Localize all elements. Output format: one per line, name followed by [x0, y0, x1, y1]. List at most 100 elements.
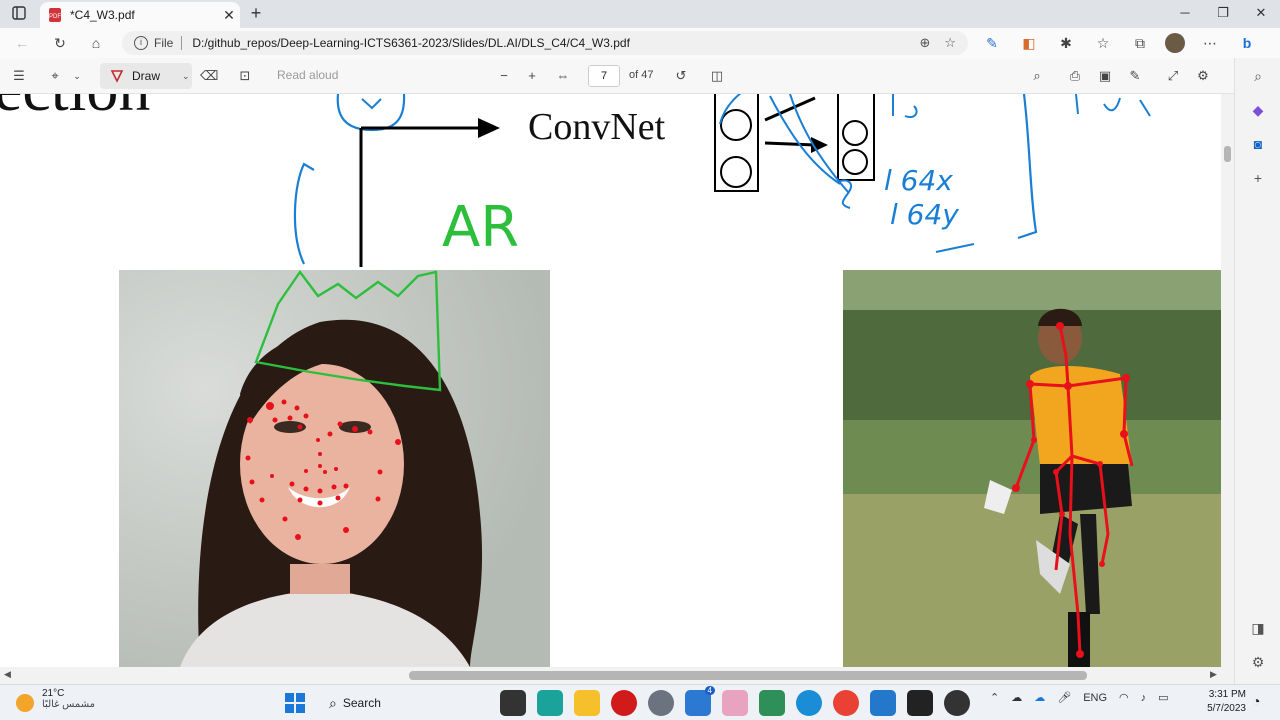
fullscreen-icon[interactable]: ⤢ [1164, 66, 1182, 86]
browser-tab[interactable]: PDF *C4_W3.pdf ✕ [40, 2, 240, 28]
mail-badge: 4 [704, 686, 715, 695]
eraser-icon[interactable]: ⌫ [200, 66, 218, 86]
vscode-icon[interactable] [870, 690, 896, 716]
page-count: of 47 [629, 69, 654, 81]
sidebar-add-icon[interactable]: + [1250, 170, 1266, 186]
rotate-icon[interactable]: ↺ [672, 66, 690, 86]
find-icon[interactable]: ⌕ [1028, 66, 1046, 86]
chrome-icon[interactable] [833, 690, 859, 716]
svg-text:PDF: PDF [49, 14, 61, 20]
extensions-icon[interactable]: ✱ [1054, 32, 1078, 54]
tray-overflow-icon[interactable]: ⌃ [990, 691, 999, 704]
pdf-document-page[interactable]: ection ConvNet l 64x l 64y AR [0, 94, 1221, 667]
zoom-out-icon[interactable]: − [496, 66, 512, 86]
mail-icon[interactable]: 4 [685, 686, 715, 716]
arrow-head [478, 118, 500, 138]
zoom-in-icon[interactable]: + [524, 66, 540, 86]
print-icon[interactable]: ⎙ [1066, 66, 1084, 86]
home-icon[interactable]: ⌂ [84, 32, 108, 54]
weather-text: مشمس غالبًا [42, 699, 95, 710]
maximize-icon[interactable]: ❐ [1204, 0, 1242, 28]
highlight-icon[interactable]: ⌖ [46, 66, 64, 86]
task-view-icon[interactable] [500, 690, 526, 716]
favorite-star-icon[interactable]: ☆ [944, 35, 956, 51]
wifi-icon[interactable]: ◠ [1119, 691, 1129, 704]
draw-pen-icon [110, 70, 124, 83]
settings-app-icon[interactable] [648, 690, 674, 716]
slide-canvas: ection ConvNet l 64x l 64y AR [0, 94, 1221, 667]
favorites-icon[interactable]: ☆ [1091, 32, 1115, 54]
page-number-input[interactable]: 7 [588, 65, 620, 87]
weather-widget[interactable]: 21°C مشمس غالبًا [16, 688, 95, 712]
close-window-icon[interactable]: ✕ [1242, 0, 1280, 28]
address-bar: ← ↻ ⌂ i File D:/github_repos/Deep-Learni… [0, 28, 1280, 58]
new-tab-icon[interactable]: + [246, 4, 266, 24]
file-explorer-icon[interactable] [574, 690, 600, 716]
draw-dropdown-icon[interactable]: ⌄ [182, 71, 190, 82]
volume-icon[interactable]: ♪ [1141, 692, 1147, 704]
onedrive-icon[interactable]: ☁ [1011, 691, 1022, 704]
fit-width-icon[interactable]: ⇔ [554, 66, 572, 86]
terminal-icon[interactable] [907, 690, 933, 716]
scroll-right-icon[interactable]: ▶ [1210, 669, 1217, 680]
vertical-scroll-thumb[interactable] [1224, 146, 1231, 162]
url-text: D:/github_repos/Deep-Learning-ICTS6361-2… [192, 36, 630, 50]
sidebar-settings-icon[interactable]: ⚙ [1250, 654, 1266, 670]
save-as-icon[interactable]: ✎ [1126, 66, 1144, 86]
bing-copilot-icon[interactable]: b [1235, 32, 1259, 54]
back-icon[interactable]: ← [10, 32, 34, 54]
url-field[interactable]: i File D:/github_repos/Deep-Learning-ICT… [122, 31, 968, 55]
taskbar-clock[interactable]: 3:31 PM 5/7/2023 [1200, 688, 1246, 716]
minimize-icon[interactable]: ─ [1166, 0, 1204, 28]
more-menu-icon[interactable]: ⋯ [1198, 32, 1222, 54]
contents-icon[interactable]: ☰ [10, 66, 28, 86]
notifications-icon[interactable]: ◔ [1252, 693, 1260, 709]
taskbar-search[interactable]: ⌕ Search [319, 689, 489, 717]
text-box-icon[interactable]: ⊡ [236, 66, 254, 86]
vertical-scrollbar[interactable] [1221, 94, 1234, 667]
notepad-icon[interactable] [759, 690, 785, 716]
pen-extension-icon[interactable]: ✎ [980, 32, 1004, 54]
annotation-blue-stroke [336, 94, 406, 132]
browser-tab-bar: PDF *C4_W3.pdf ✕ + ─ ❐ ✕ [0, 0, 1280, 28]
teams-icon[interactable] [537, 690, 563, 716]
temperature-text: 21°C [42, 688, 65, 699]
sidebar-outlook-icon[interactable]: ◙ [1250, 136, 1266, 152]
clock-time: 3:31 PM [1208, 689, 1246, 700]
recording-app-icon[interactable] [944, 690, 970, 716]
draw-button[interactable]: Draw ⌄ [100, 63, 192, 89]
zoom-icon[interactable]: ⊕ [919, 35, 930, 51]
save-icon[interactable]: ▣ [1096, 66, 1114, 86]
pdf-file-icon: PDF [49, 8, 61, 22]
language-indicator[interactable]: ENG [1083, 692, 1107, 704]
page-view-icon[interactable]: ◫ [708, 66, 726, 86]
edge-icon[interactable] [796, 690, 822, 716]
sidebar-hide-icon[interactable]: ◨ [1250, 620, 1266, 636]
cloud-icon[interactable]: ☁ [1034, 691, 1045, 704]
info-icon[interactable]: i [134, 36, 148, 50]
horizontal-scrollbar[interactable]: ◀ ▶ [0, 667, 1234, 684]
horizontal-scroll-thumb[interactable] [409, 671, 1087, 680]
snipping-tool-icon[interactable] [722, 690, 748, 716]
output-arrow [764, 141, 816, 147]
battery-icon[interactable]: ▭ [1158, 691, 1168, 704]
sidebar-search-icon[interactable]: ⌕ [1250, 68, 1266, 84]
collections-icon[interactable]: ⧉ [1128, 32, 1152, 54]
windows-taskbar: 21°C مشمس غالبًا ⌕ Search 4 ⌃ ☁ ☁ 🎤︎ ENG [0, 684, 1280, 720]
start-menu-icon[interactable] [282, 690, 308, 716]
tab-close-icon[interactable]: ✕ [218, 7, 240, 24]
read-aloud-button[interactable]: Read aloud [277, 68, 338, 82]
window-menu-icon[interactable] [12, 6, 26, 20]
handwritten-line-1: l 64x [884, 164, 953, 197]
pdf-settings-icon[interactable]: ⚙ [1194, 66, 1212, 86]
highlight-dropdown-icon[interactable]: ⌄ [70, 66, 84, 86]
annotation-ar-label: AR [442, 195, 519, 260]
extension-icon-2[interactable]: ◧ [1017, 32, 1041, 54]
sidebar-tools-icon[interactable]: ◆ [1250, 102, 1266, 118]
opera-icon[interactable] [611, 690, 637, 716]
profile-avatar[interactable] [1165, 33, 1185, 53]
scroll-left-icon[interactable]: ◀ [4, 669, 11, 680]
refresh-icon[interactable]: ↻ [48, 32, 72, 54]
url-separator [181, 36, 183, 50]
microphone-icon[interactable]: 🎤︎ [1057, 691, 1071, 704]
